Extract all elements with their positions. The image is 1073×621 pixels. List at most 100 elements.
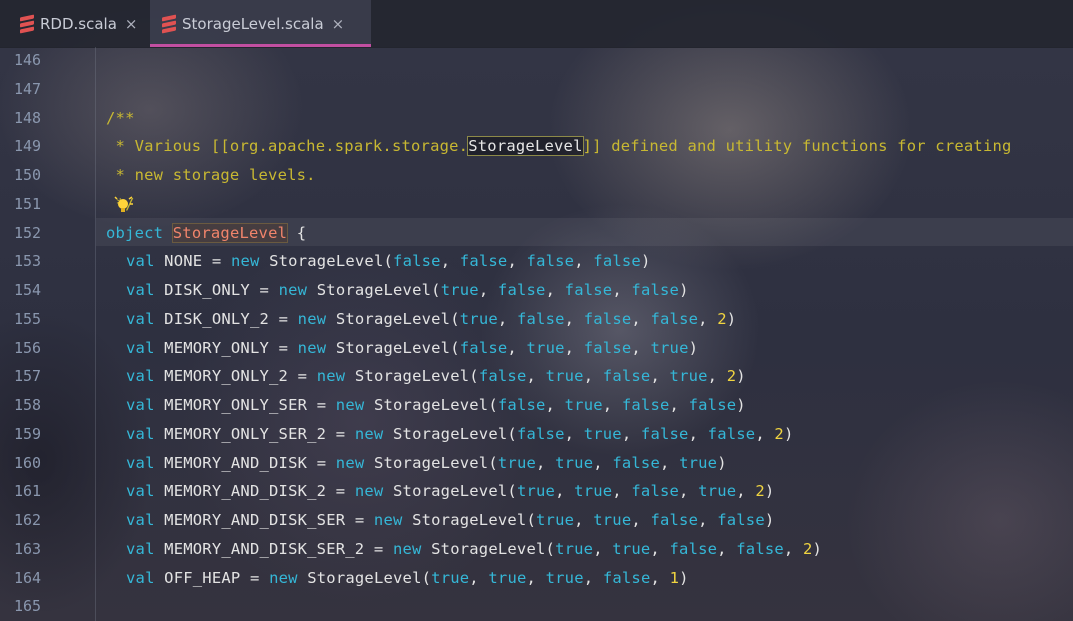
constant-name: NONE	[164, 252, 203, 271]
editor-tab-bar: RDD.scala × StorageLevel.scala ×	[0, 0, 1073, 48]
boolean-literal: false	[564, 281, 613, 299]
code-line: * Various [[org.apache.spark.storage.Sto…	[106, 136, 1012, 157]
keyword-new: new	[354, 424, 384, 443]
constant-name: MEMORY_AND_DISK_SER	[164, 511, 346, 529]
boolean-literal: false	[650, 309, 699, 328]
constant-name: MEMORY_AND_DISK_SER_2	[164, 539, 365, 558]
tab-storagelevel-scala[interactable]: StorageLevel.scala ×	[150, 0, 371, 47]
boolean-literal: true	[536, 511, 575, 529]
doc-comment-text: * Various [[org.apache.spark.storage.	[106, 137, 469, 156]
class-name: StorageLevel	[354, 367, 470, 386]
keyword-val: val	[126, 568, 155, 587]
keyword-new: new	[392, 539, 422, 558]
keyword-new: new	[316, 367, 346, 386]
keyword-val: val	[126, 482, 155, 501]
doc-comment-open: /**	[106, 108, 135, 127]
boolean-literal: true	[545, 367, 584, 386]
boolean-literal: true	[593, 511, 632, 529]
keyword-new: new	[297, 338, 327, 357]
lightbulb-icon[interactable]	[114, 196, 134, 216]
close-icon[interactable]: ×	[125, 15, 138, 33]
keyword-val: val	[126, 281, 155, 299]
boolean-literal: true	[497, 453, 537, 472]
constant-name: MEMORY_AND_DISK	[164, 453, 308, 472]
class-name: StorageLevel	[412, 511, 527, 529]
keyword-new: new	[354, 482, 384, 501]
tab-rdd-scala[interactable]: RDD.scala ×	[0, 0, 147, 47]
keyword-new: new	[269, 568, 298, 587]
class-name: StorageLevel	[335, 309, 451, 328]
constant-name: MEMORY_ONLY_SER_2	[164, 424, 327, 443]
boolean-literal: true	[650, 338, 689, 357]
constant-name: DISK_ONLY_2	[164, 309, 270, 328]
doc-comment-text: * new storage levels.	[106, 166, 316, 184]
boolean-literal: false	[621, 396, 670, 414]
boolean-literal: false	[526, 252, 575, 271]
operator: =	[259, 281, 270, 299]
keyword-new: new	[335, 396, 365, 414]
boolean-literal: false	[650, 511, 699, 529]
class-name: StorageLevel	[393, 482, 508, 501]
storage-level-declaration: val MEMORY_AND_DISK_SER_2 = new StorageL…	[126, 539, 823, 558]
storage-level-declaration: val MEMORY_ONLY = new StorageLevel(false…	[126, 338, 699, 357]
keyword-val: val	[126, 424, 155, 443]
boolean-literal: false	[393, 252, 441, 271]
boolean-literal: true	[669, 367, 708, 386]
operator: =	[278, 309, 289, 328]
keyword-val: val	[126, 338, 155, 357]
boolean-literal: false	[583, 338, 632, 357]
boolean-literal: true	[583, 424, 622, 443]
number-literal: 2	[803, 539, 813, 558]
boolean-literal: true	[516, 482, 556, 501]
boolean-literal: true	[698, 482, 737, 501]
boolean-literal: true	[612, 539, 651, 558]
constant-name: DISK_ONLY	[164, 281, 250, 299]
doc-link-storagelevel: StorageLevel	[467, 136, 584, 157]
brace: {	[296, 223, 307, 242]
class-name: StorageLevel	[307, 568, 422, 587]
keyword-new: new	[373, 511, 403, 529]
number-literal: 2	[717, 309, 727, 328]
boolean-literal: true	[488, 568, 527, 587]
boolean-literal: false	[593, 252, 641, 271]
class-name: StorageLevel	[316, 281, 432, 299]
scala-file-icon	[162, 14, 176, 33]
keyword-val: val	[126, 511, 155, 529]
class-name: StorageLevel	[373, 396, 489, 414]
keyword-new: new	[278, 281, 308, 299]
code-editor[interactable]: /** * Various [[org.apache.spark.storage…	[0, 47, 1073, 621]
boolean-literal: false	[478, 367, 527, 386]
storage-level-declaration: val DISK_ONLY_2 = new StorageLevel(true,…	[126, 309, 737, 328]
doc-comment-text: ]] defined and utility functions for cre…	[582, 137, 1012, 156]
boolean-literal: true	[459, 309, 498, 328]
boolean-literal: true	[564, 396, 603, 414]
boolean-literal: false	[736, 539, 784, 558]
number-literal: 2	[726, 367, 737, 386]
number-literal: 2	[755, 482, 765, 501]
keyword-new: new	[335, 453, 365, 472]
boolean-literal: false	[459, 252, 508, 271]
boolean-literal: true	[555, 453, 594, 472]
keyword-val: val	[126, 453, 155, 472]
operator: =	[249, 568, 260, 587]
constant-name: MEMORY_ONLY_2	[164, 367, 289, 386]
boolean-literal: false	[707, 424, 756, 443]
boolean-literal: false	[669, 539, 718, 558]
code-line: * new storage levels.	[106, 166, 316, 184]
class-name: StorageLevel	[335, 338, 451, 357]
code-line: object StorageLevel {	[106, 222, 307, 243]
operator: =	[316, 396, 327, 414]
operator: =	[316, 453, 327, 472]
boolean-literal: false	[516, 309, 565, 328]
boolean-literal: false	[631, 482, 680, 501]
operator: =	[211, 252, 222, 271]
constant-name: MEMORY_AND_DISK_2	[164, 482, 327, 501]
boolean-literal: false	[688, 396, 737, 414]
code-line: /**	[106, 109, 135, 127]
keyword-val: val	[126, 539, 155, 558]
close-icon[interactable]: ×	[332, 15, 345, 33]
storage-level-declaration: val MEMORY_AND_DISK_SER = new StorageLev…	[126, 511, 775, 529]
boolean-literal: false	[459, 338, 508, 357]
boolean-literal: false	[612, 453, 660, 472]
operator: =	[373, 539, 384, 558]
